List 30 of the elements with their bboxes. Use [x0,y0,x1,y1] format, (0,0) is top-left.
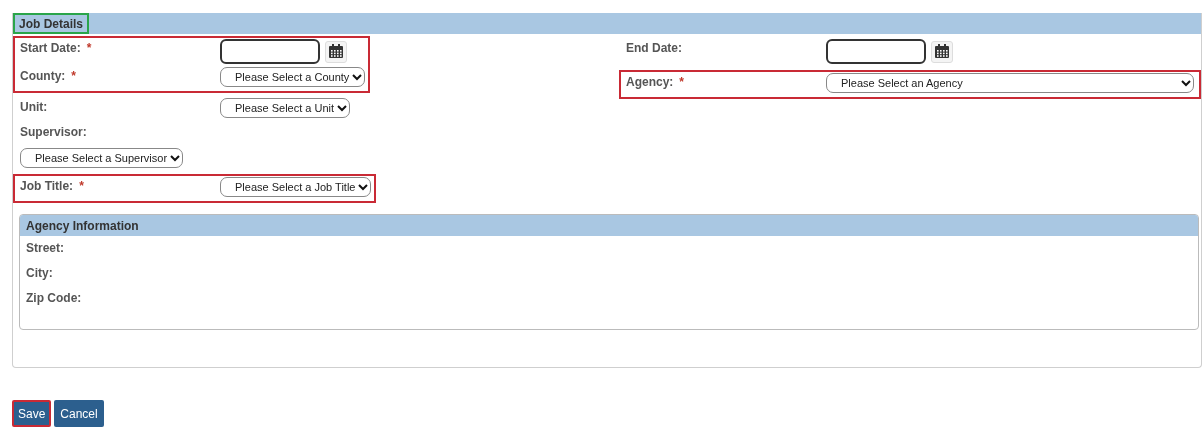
field-label: City: [26,266,54,280]
field-label: Supervisor: [20,124,88,139]
dropdown[interactable]: Please Select a Job Title [220,177,372,197]
field-label: Start Date: * [20,40,93,55]
calendar-button[interactable] [931,40,953,63]
field-label: Unit: [20,99,49,114]
calendar-icon [934,44,950,59]
section-title: Agency Information [20,215,1198,236]
field-label: Agency: * [626,74,685,89]
date-field[interactable] [220,39,320,64]
chevron-icon [358,183,369,191]
chevron-icon [1181,79,1191,87]
field-label: Street: [26,241,65,255]
chevron-icon [170,154,181,162]
field-label: Zip Code: [26,291,83,305]
save-button[interactable]: Save [12,400,52,427]
dropdown[interactable]: Please Select a Unit [220,98,351,118]
dropdown[interactable]: Please Select a Supervisor [20,148,184,168]
chevron-icon [337,104,348,112]
date-field[interactable] [826,39,926,64]
chevron-icon [352,73,363,81]
field-label: Job Title: * [20,178,85,193]
calendar-button[interactable] [325,40,347,63]
field-label: County: * [20,68,77,83]
dropdown[interactable]: Please Select an Agency [826,73,1194,93]
panel-title: Job Details [13,13,90,34]
calendar-icon [328,44,344,59]
cancel-button[interactable]: Cancel [54,400,104,427]
dropdown[interactable]: Please Select a County [220,67,366,87]
field-label: End Date: [626,40,683,55]
